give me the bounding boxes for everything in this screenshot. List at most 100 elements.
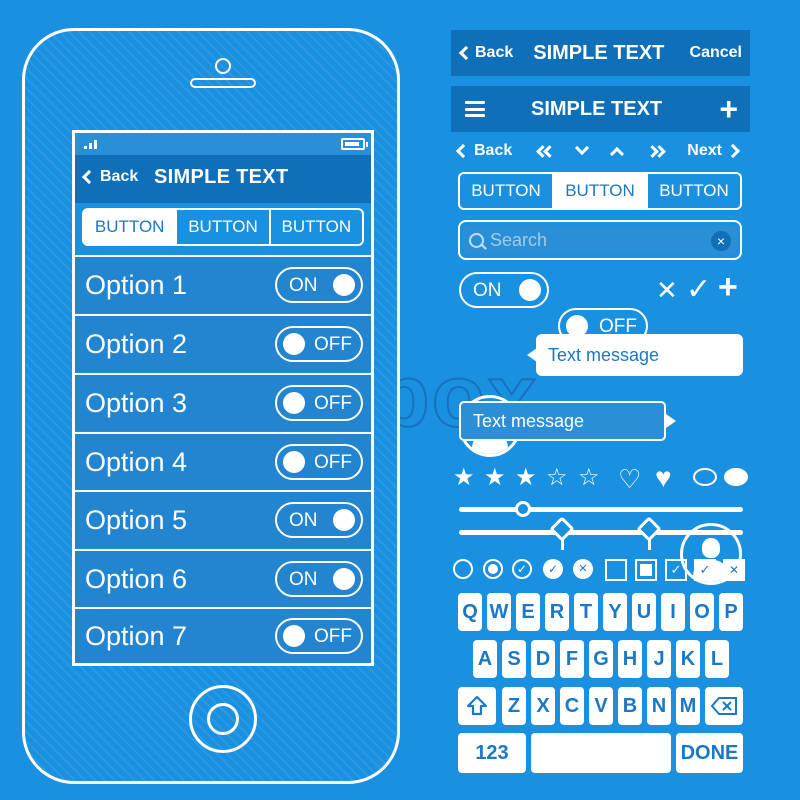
star-filled-icon[interactable]: ★	[484, 466, 506, 490]
key-m[interactable]: M	[676, 687, 700, 725]
option-row-7[interactable]: Option 7 OFF	[75, 607, 371, 663]
done-key[interactable]: DONE	[676, 733, 743, 773]
key-s[interactable]: S	[502, 640, 526, 678]
key-i[interactable]: I	[661, 593, 685, 631]
heart-outline-icon[interactable]: ♡	[618, 466, 641, 492]
radio-unchecked[interactable]	[453, 559, 473, 579]
search-input[interactable]: Search ×	[463, 225, 737, 255]
key-u[interactable]: U	[632, 593, 656, 631]
radio-check-filled[interactable]: ✓	[543, 559, 563, 579]
numbers-key[interactable]: 123	[458, 733, 526, 773]
key-r[interactable]: R	[545, 593, 569, 631]
key-v[interactable]: V	[589, 687, 613, 725]
slider-track[interactable]	[459, 507, 743, 512]
key-n[interactable]: N	[647, 687, 671, 725]
clear-icon[interactable]: ×	[711, 231, 731, 251]
key-e[interactable]: E	[516, 593, 540, 631]
option-row-4[interactable]: Option 4 OFF	[75, 432, 371, 490]
check-icon[interactable]: ✓	[686, 272, 711, 307]
shift-key[interactable]	[458, 687, 496, 725]
checkbox-cross-filled[interactable]: ✕	[723, 559, 745, 581]
status-bar	[75, 133, 371, 155]
option-1-toggle[interactable]: ON	[275, 267, 363, 303]
search-field[interactable]: Search ×	[458, 220, 742, 260]
key-f[interactable]: F	[560, 640, 584, 678]
phone-back-label: Back	[100, 168, 139, 185]
double-chevron-right-icon[interactable]	[646, 144, 666, 158]
heart-filled-icon[interactable]: ♥	[655, 464, 672, 492]
navbar-title: SIMPLE TEXT	[533, 41, 665, 64]
option-5-toggle[interactable]: ON	[275, 502, 363, 538]
plus-icon[interactable]: +	[719, 93, 738, 125]
key-c[interactable]: C	[560, 687, 584, 725]
checkbox-check-filled[interactable]: ✓	[694, 559, 716, 581]
toggle-state: OFF	[314, 393, 352, 414]
option-7-toggle[interactable]: OFF	[275, 618, 363, 654]
speech-bubble-filled-icon[interactable]	[724, 468, 748, 486]
phone-segmented-control: BUTTON BUTTON BUTTON	[82, 208, 364, 246]
key-l[interactable]: L	[705, 640, 729, 678]
pager-back-button[interactable]: Back	[455, 142, 512, 160]
option-row-1[interactable]: Option 1 ON	[75, 255, 371, 313]
option-4-toggle[interactable]: OFF	[275, 444, 363, 480]
option-row-5[interactable]: Option 5 ON	[75, 490, 371, 548]
option-row-3[interactable]: Option 3 OFF	[75, 373, 371, 431]
option-label: Option 6	[85, 563, 188, 594]
double-chevron-left-icon[interactable]	[535, 144, 556, 158]
radio-selected[interactable]	[483, 559, 503, 579]
key-q[interactable]: Q	[458, 593, 482, 631]
key-t[interactable]: T	[574, 593, 598, 631]
phone-segment-2[interactable]: BUTTON	[175, 210, 268, 244]
backspace-key[interactable]	[705, 687, 743, 725]
phone-segment-3[interactable]: BUTTON	[268, 210, 362, 244]
add-icon[interactable]: +	[718, 268, 738, 307]
chevron-down-icon[interactable]	[574, 140, 590, 156]
checkbox-filled-square[interactable]	[635, 559, 657, 581]
star-filled-icon[interactable]: ★	[453, 466, 475, 490]
radio-cross-filled[interactable]: ✕	[573, 559, 593, 579]
toggle-state: OFF	[314, 626, 352, 647]
key-y[interactable]: Y	[603, 593, 627, 631]
segment-2[interactable]: BUTTON	[552, 174, 646, 208]
speech-bubble-outline-icon[interactable]	[693, 468, 717, 486]
segment-3[interactable]: BUTTON	[646, 174, 740, 208]
key-j[interactable]: J	[647, 640, 671, 678]
pager-next-button[interactable]: Next	[687, 142, 741, 160]
option-6-toggle[interactable]: ON	[275, 561, 363, 597]
key-k[interactable]: K	[676, 640, 700, 678]
battery-icon	[341, 138, 365, 150]
option-2-toggle[interactable]: OFF	[275, 326, 363, 362]
chevron-up-icon[interactable]	[610, 146, 625, 162]
checkbox-unchecked[interactable]	[605, 559, 627, 581]
key-w[interactable]: W	[487, 593, 511, 631]
star-empty-icon[interactable]: ☆	[578, 466, 600, 490]
key-h[interactable]: H	[618, 640, 642, 678]
space-key[interactable]	[531, 733, 671, 773]
key-x[interactable]: X	[531, 687, 555, 725]
navbar-back-button[interactable]: Back	[458, 44, 513, 62]
radio-check-outline[interactable]: ✓	[512, 559, 532, 579]
star-filled-icon[interactable]: ★	[515, 466, 537, 490]
hamburger-menu-icon[interactable]	[465, 101, 485, 117]
key-d[interactable]: D	[531, 640, 555, 678]
key-b[interactable]: B	[618, 687, 642, 725]
option-row-6[interactable]: Option 6 ON	[75, 549, 371, 607]
sample-toggle-on[interactable]: ON	[459, 272, 549, 308]
key-p[interactable]: P	[719, 593, 743, 631]
navbar-cancel-button[interactable]: Cancel	[690, 44, 742, 62]
checkbox-check-outline[interactable]: ✓	[665, 559, 687, 581]
key-z[interactable]: Z	[502, 687, 526, 725]
phone-back-button[interactable]: Back	[81, 168, 139, 186]
outgoing-message-bubble: Text message	[459, 401, 666, 441]
close-icon[interactable]: ✕	[656, 275, 678, 306]
segment-1[interactable]: BUTTON	[460, 174, 552, 208]
slider-handle[interactable]	[515, 501, 531, 517]
option-row-2[interactable]: Option 2 OFF	[75, 314, 371, 372]
key-g[interactable]: G	[589, 640, 613, 678]
key-a[interactable]: A	[473, 640, 497, 678]
key-o[interactable]: O	[690, 593, 714, 631]
range-slider-track[interactable]	[459, 530, 743, 535]
option-3-toggle[interactable]: OFF	[275, 385, 363, 421]
phone-segment-1[interactable]: BUTTON	[84, 210, 176, 244]
star-empty-icon[interactable]: ☆	[546, 466, 568, 490]
